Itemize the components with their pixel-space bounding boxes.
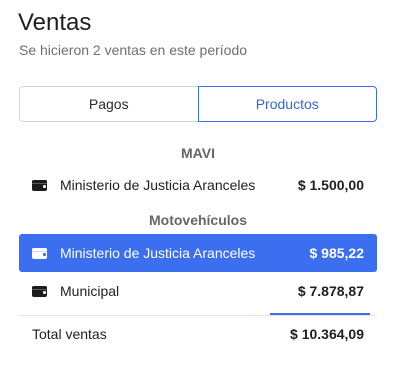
list-item[interactable]: Municipal $ 7.878,87 [19,272,377,310]
total-row: Total ventas $ 10.364,09 [19,315,377,351]
list-item[interactable]: Ministerio de Justicia Aranceles $ 1.500… [19,166,377,204]
list-item-selected[interactable]: Ministerio de Justicia Aranceles $ 985,2… [19,234,377,272]
page-title: Ventas [18,9,92,36]
item-amount: $ 1.500,00 [297,177,364,193]
group-header-motovehiculos: Motovehículos [148,212,247,228]
item-label: Ministerio de Justicia Aranceles [60,177,256,193]
wallet-icon [32,285,47,297]
view-tabs: Pagos Productos [19,86,377,122]
total-label: Total ventas [32,325,107,342]
item-label: Municipal [60,283,120,299]
total-amount: $ 10.364,09 [290,325,364,342]
item-label: Ministerio de Justicia Aranceles [60,245,256,261]
group-header-mavi: MAVI [181,145,215,161]
tab-pagos[interactable]: Pagos [19,86,198,122]
tab-productos[interactable]: Productos [197,86,377,122]
page-subtitle: Se hicieron 2 ventas en este período [19,42,248,58]
item-amount: $ 7.878,87 [297,283,364,299]
wallet-icon [32,179,47,191]
wallet-icon [32,247,47,259]
item-amount: $ 985,22 [309,245,365,261]
